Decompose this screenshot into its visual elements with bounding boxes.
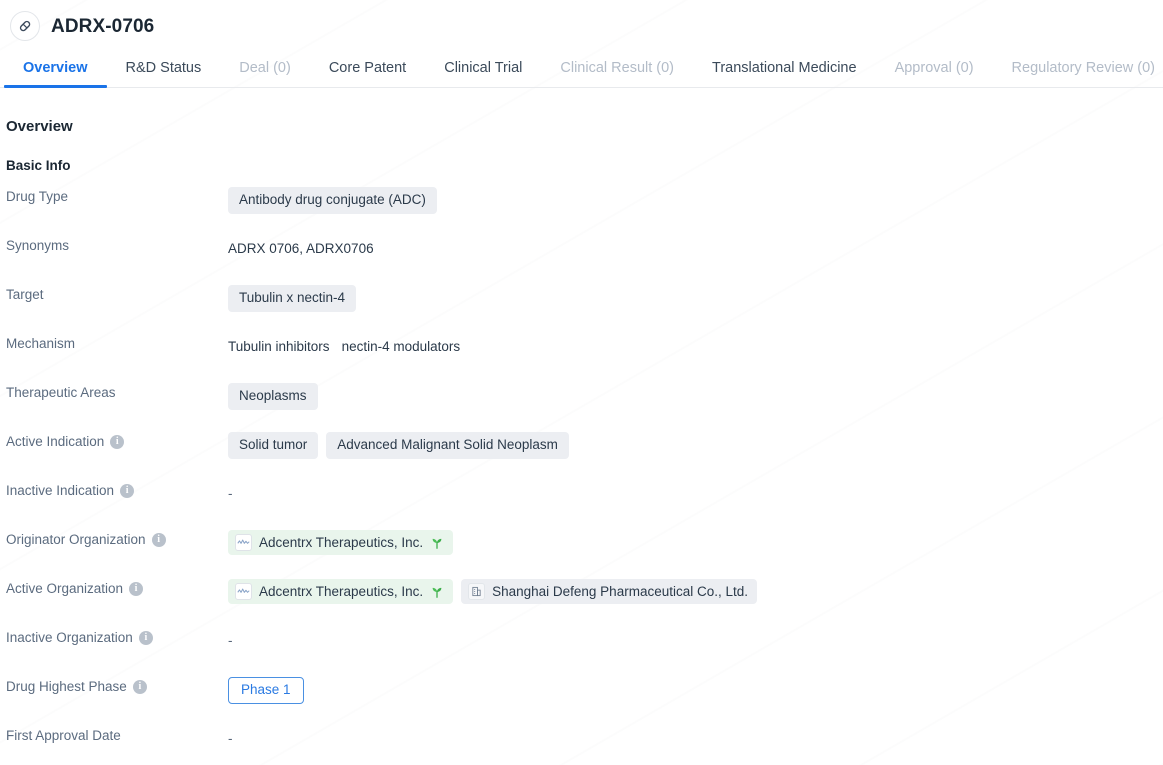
field-value-active-organization: Adcentrx Therapeutics, Inc. Shanghai Def… — [228, 579, 1163, 604]
org-name: Shanghai Defeng Pharmaceutical Co., Ltd. — [492, 583, 749, 599]
field-label-mechanism: Mechanism — [6, 336, 76, 351]
field-row-originator-organization: Originator Organization i Adcentrx Thera… — [0, 530, 1163, 579]
pill-capsule-icon — [10, 11, 40, 41]
info-icon[interactable]: i — [110, 434, 125, 449]
field-value-inactive-indication: - — [228, 481, 1163, 505]
field-label-inactive-indication: Inactive Indication i — [0, 481, 228, 498]
chip-indication[interactable]: Advanced Malignant Solid Neoplasm — [326, 432, 569, 459]
chip-target[interactable]: Tubulin x nectin-4 — [228, 285, 357, 312]
field-label-text: Originator Organization — [6, 532, 146, 547]
basic-info-fields: Drug Type Antibody drug conjugate (ADC) … — [0, 187, 1163, 765]
org-name: Adcentrx Therapeutics, Inc. — [259, 534, 424, 550]
empty-placeholder: - — [228, 485, 233, 501]
empty-placeholder: - — [228, 632, 233, 648]
info-icon[interactable]: i — [120, 483, 135, 498]
field-row-active-indication: Active Indication i Solid tumor Advanced… — [0, 432, 1163, 481]
field-label-drug-highest-phase: Drug Highest Phase i — [0, 677, 228, 694]
field-row-inactive-organization: Inactive Organization i - — [0, 628, 1163, 677]
field-label-text: Active Organization — [6, 581, 124, 596]
tab-core-patent[interactable]: Core Patent — [310, 60, 425, 88]
field-row-active-organization: Active Organization i Adcentrx Therapeut… — [0, 579, 1163, 628]
org-name: Adcentrx Therapeutics, Inc. — [259, 583, 424, 599]
section-title-overview: Overview — [6, 118, 73, 135]
field-row-mechanism: Mechanism Tubulin inhibitors nectin-4 mo… — [0, 334, 1163, 383]
company-logo-icon — [235, 583, 252, 600]
field-row-synonyms: Synonyms ADRX 0706, ADRX0706 — [0, 236, 1163, 285]
info-icon[interactable]: i — [138, 630, 153, 645]
info-icon[interactable]: i — [151, 532, 166, 547]
field-label-active-organization: Active Organization i — [0, 579, 228, 596]
field-row-therapeutic-areas: Therapeutic Areas Neoplasms — [0, 383, 1163, 432]
tab-regulatory-review[interactable]: Regulatory Review (0) — [993, 60, 1163, 88]
page-header: ADRX-0706 — [0, 0, 1163, 44]
field-row-first-approval-date: First Approval Date - — [0, 726, 1163, 765]
drug-detail-page: ADRX-0706 Overview R&D Status Deal (0) C… — [0, 0, 1163, 765]
field-label-text: Drug Highest Phase — [6, 679, 127, 694]
field-row-drug-highest-phase: Drug Highest Phase i Phase 1 — [0, 677, 1163, 726]
field-label-inactive-organization: Inactive Organization i — [0, 628, 228, 645]
sprout-icon — [430, 536, 444, 550]
field-label-target: Target — [6, 287, 44, 302]
tab-clinical-trial[interactable]: Clinical Trial — [425, 60, 541, 88]
field-label-therapeutic-areas: Therapeutic Areas — [6, 385, 116, 400]
field-value-drug-highest-phase: Phase 1 — [228, 677, 1163, 704]
tab-deal[interactable]: Deal (0) — [220, 60, 310, 88]
tab-translational-medicine[interactable]: Translational Medicine — [693, 60, 876, 88]
field-value-first-approval-date: - — [228, 726, 1163, 750]
chip-indication[interactable]: Solid tumor — [228, 432, 319, 459]
empty-placeholder: - — [228, 730, 233, 746]
info-icon[interactable]: i — [132, 679, 147, 694]
company-logo-icon — [235, 534, 252, 551]
mechanism-item: Tubulin inhibitors — [228, 338, 330, 354]
subsection-title-basic-info: Basic Info — [6, 158, 71, 173]
field-label-drug-type: Drug Type — [6, 189, 69, 204]
org-chip[interactable]: Adcentrx Therapeutics, Inc. — [228, 579, 454, 604]
field-value-active-indication: Solid tumor Advanced Malignant Solid Neo… — [228, 432, 1163, 459]
tab-bar: Overview R&D Status Deal (0) Core Patent… — [0, 44, 1163, 88]
field-value-originator-organization: Adcentrx Therapeutics, Inc. — [228, 530, 1163, 555]
status-badge-phase[interactable]: Phase 1 — [228, 677, 304, 704]
info-icon[interactable]: i — [129, 581, 144, 596]
sprout-icon — [430, 585, 444, 599]
field-label-active-indication: Active Indication i — [0, 432, 228, 449]
synonyms-text: ADRX 0706, ADRX0706 — [228, 240, 374, 256]
field-value-synonyms: ADRX 0706, ADRX0706 — [228, 236, 1163, 260]
building-icon — [468, 583, 486, 600]
tab-approval[interactable]: Approval (0) — [876, 60, 993, 88]
field-label-synonyms: Synonyms — [6, 238, 70, 253]
tab-rd-status[interactable]: R&D Status — [107, 60, 221, 88]
field-value-mechanism: Tubulin inhibitors nectin-4 modulators — [228, 334, 1163, 358]
field-value-target: Tubulin x nectin-4 — [228, 285, 1163, 312]
org-chip[interactable]: Adcentrx Therapeutics, Inc. — [228, 530, 454, 555]
field-label-first-approval-date: First Approval Date — [6, 728, 121, 743]
field-value-inactive-organization: - — [228, 628, 1163, 652]
tab-clinical-result[interactable]: Clinical Result (0) — [541, 60, 693, 88]
tab-overview[interactable]: Overview — [4, 60, 107, 88]
field-label-originator-organization: Originator Organization i — [0, 530, 228, 547]
mechanism-list: Tubulin inhibitors nectin-4 modulators — [228, 339, 460, 354]
chip-drug-type[interactable]: Antibody drug conjugate (ADC) — [228, 187, 437, 214]
field-value-drug-type: Antibody drug conjugate (ADC) — [228, 187, 1163, 214]
org-chip[interactable]: Shanghai Defeng Pharmaceutical Co., Ltd. — [461, 579, 758, 604]
field-row-inactive-indication: Inactive Indication i - — [0, 481, 1163, 530]
field-label-text: Inactive Organization — [6, 630, 133, 645]
field-row-target: Target Tubulin x nectin-4 — [0, 285, 1163, 334]
mechanism-item: nectin-4 modulators — [341, 338, 461, 354]
field-value-therapeutic-areas: Neoplasms — [228, 383, 1163, 410]
field-label-text: Active Indication — [6, 434, 105, 449]
chip-therapeutic-area[interactable]: Neoplasms — [228, 383, 318, 410]
page-title: ADRX-0706 — [51, 15, 155, 37]
field-label-text: Inactive Indication — [6, 483, 115, 498]
field-row-drug-type: Drug Type Antibody drug conjugate (ADC) — [0, 187, 1163, 236]
